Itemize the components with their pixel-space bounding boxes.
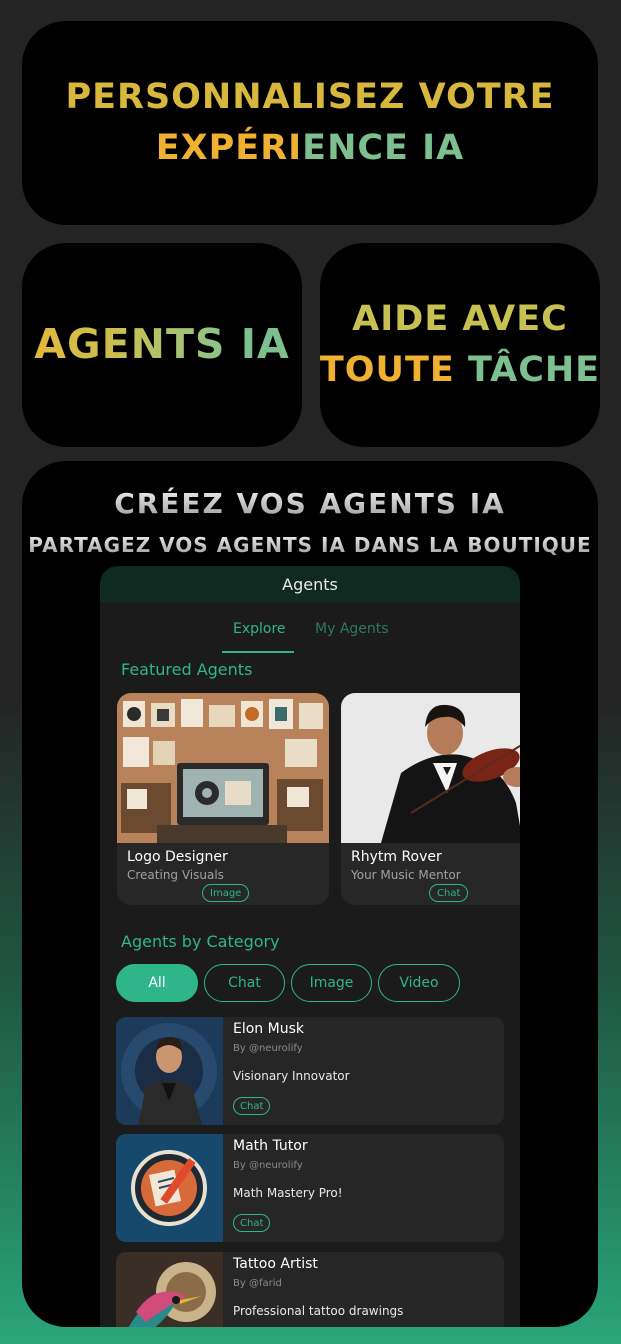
tab-bar: Explore My Agents [100,602,520,653]
featured-agents-heading: Featured Agents [121,660,253,679]
task-help-line2-b: TÂCHE [467,350,601,390]
featured-carousel[interactable]: Logo Designer Creating Visuals Image Rhy… [117,693,520,905]
hero-card: PERSONNALISEZ VOTRE EXPÉRIENCE IA [22,21,598,225]
task-help-line2-a: TOUTE [319,350,455,390]
featured-card-name: Rhytm Rover [351,849,442,865]
app-header: Agents [100,566,520,602]
featured-card-tag: Chat [429,884,469,902]
hero-title-line1: PERSONNALISEZ VOTRE [65,77,555,118]
featured-card-logo-designer[interactable]: Logo Designer Creating Visuals Image [117,693,329,905]
agent-tag: Chat [233,1214,271,1232]
featured-card-subtitle: Your Music Mentor [351,868,461,882]
tab-my-agents[interactable]: My Agents [315,621,389,637]
agent-author: By @neurolify [233,1043,303,1054]
math-tutor-avatar [116,1134,223,1242]
agents-ia-card: AGENTS IA [22,243,302,447]
elon-musk-avatar [116,1017,223,1125]
category-image[interactable]: Image [291,964,372,1002]
category-filter: All Chat Image Video [116,964,460,1002]
category-chat[interactable]: Chat [204,964,285,1002]
app-header-title: Agents [282,574,338,594]
featured-card-tag: Image [202,884,250,902]
agents-ia-word1: AGENTS [34,320,226,369]
agent-list-item[interactable]: Elon Musk By @neurolify Visionary Innova… [116,1017,504,1125]
tattoo-artist-avatar [116,1252,223,1327]
promo-card: CRÉEZ VOS AGENTS IA PARTAGEZ VOS AGENTS … [22,461,598,1327]
promo-subtitle: PARTAGEZ VOS AGENTS IA DANS LA BOUTIQUE [22,533,598,557]
agents-ia-title: AGENTS IA [34,315,289,374]
agent-author: By @neurolify [233,1160,303,1171]
agent-description: Professional tattoo drawings [233,1304,404,1318]
hero-title-line2-b: ENCE IA [302,128,465,168]
agent-name: Math Tutor [233,1138,308,1154]
tab-explore[interactable]: Explore [233,621,286,637]
featured-card-name: Logo Designer [127,849,228,865]
task-help-line1: AIDE AVEC [352,299,568,340]
hero-title-line2-a: EXPÉRI [155,128,303,168]
task-help-card: AIDE AVEC TOUTE TÂCHE [320,243,600,447]
agent-list-item[interactable]: Tattoo Artist By @farid Professional tat… [116,1252,504,1327]
hero-title-line2: EXPÉRIENCE IA [156,123,465,174]
agent-author: By @farid [233,1278,282,1289]
agent-name: Elon Musk [233,1021,304,1037]
task-help-line2: TOUTE TÂCHE [320,345,600,396]
rhytm-rover-image [341,693,520,843]
logo-designer-image [117,693,329,843]
featured-card-rhytm-rover[interactable]: Rhytm Rover Your Music Mentor Chat [341,693,520,905]
agent-name: Tattoo Artist [233,1256,318,1272]
agents-ia-word2: IA [240,320,290,369]
agents-by-category-heading: Agents by Category [121,932,280,951]
promo-title: CRÉEZ VOS AGENTS IA [22,487,598,520]
agent-description: Visionary Innovator [233,1069,350,1083]
featured-card-subtitle: Creating Visuals [127,868,224,882]
category-video[interactable]: Video [378,964,460,1002]
phone-screen: Agents Explore My Agents Featured Agents [100,566,520,1327]
agent-tag: Chat [233,1097,271,1115]
tab-active-indicator [222,651,294,653]
category-all[interactable]: All [116,964,198,1002]
agent-list-item[interactable]: Math Tutor By @neurolify Math Mastery Pr… [116,1134,504,1242]
agent-description: Math Mastery Pro! [233,1186,343,1200]
